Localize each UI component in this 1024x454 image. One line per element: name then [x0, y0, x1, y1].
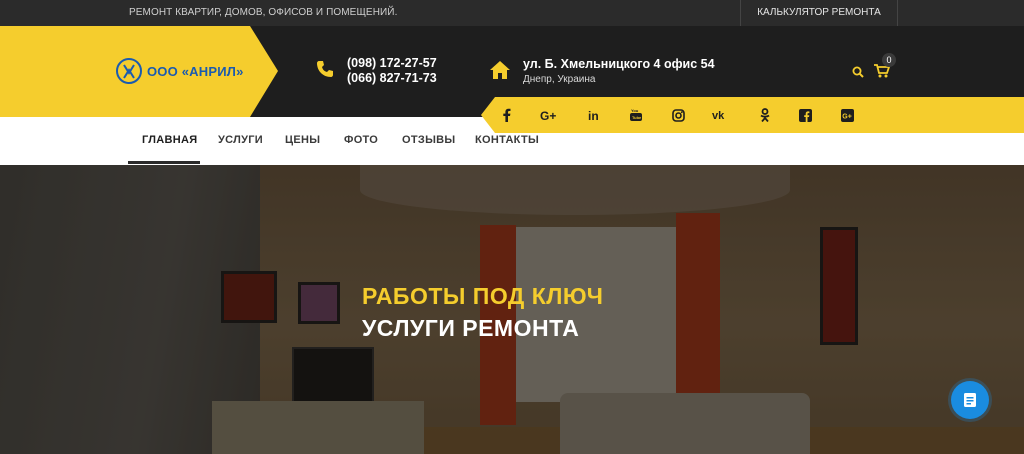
- chat-button[interactable]: [951, 381, 989, 419]
- phone-link-2[interactable]: (066) 827-71-73: [347, 71, 437, 86]
- logo[interactable]: ООО «АНРИЛ»: [115, 55, 250, 87]
- phone-link-1[interactable]: (098) 172-27-57: [347, 56, 437, 71]
- calculator-link[interactable]: КАЛЬКУЛЯТОР РЕМОНТА: [740, 0, 898, 26]
- logo-text: ООО «АНРИЛ»: [147, 63, 244, 79]
- nav-item-prices[interactable]: ЦЕНЫ: [285, 134, 320, 146]
- google-plus-icon[interactable]: G+: [540, 107, 560, 123]
- svg-text:vk: vk: [712, 110, 725, 121]
- svg-text:Tube: Tube: [632, 115, 642, 120]
- linkedin-icon[interactable]: in: [586, 107, 602, 123]
- logo-icon: [116, 58, 142, 84]
- odnoklassniki-icon[interactable]: [757, 107, 773, 123]
- cart-count-badge: 0: [882, 53, 896, 67]
- instagram-icon[interactable]: [670, 107, 686, 123]
- home-icon: [490, 61, 510, 79]
- top-bar: РЕМОНТ КВАРТИР, ДОМОВ, ОФИСОВ И ПОМЕЩЕНИ…: [0, 0, 1024, 26]
- nav-item-photo[interactable]: ФОТО: [344, 134, 378, 146]
- search-icon[interactable]: [852, 66, 864, 78]
- google-plus-square-icon[interactable]: G+: [839, 107, 855, 123]
- address: ул. Б. Хмельницкого 4 офис 54: [523, 57, 715, 71]
- nav-active-underline: [128, 161, 200, 164]
- youtube-icon[interactable]: You Tube: [628, 107, 644, 123]
- phone-icon: [317, 61, 333, 77]
- facebook-icon[interactable]: [498, 107, 514, 123]
- nav-item-contacts[interactable]: КОНТАКТЫ: [475, 134, 539, 146]
- vk-icon[interactable]: vk: [712, 107, 730, 123]
- svg-text:G+: G+: [842, 113, 852, 120]
- social-band: [481, 97, 1024, 133]
- nav-right-area: [481, 133, 1024, 165]
- nav-item-home[interactable]: ГЛАВНАЯ: [142, 134, 197, 146]
- svg-text:in: in: [588, 109, 599, 121]
- hero-banner: РАБОТЫ ПОД КЛЮЧ УСЛУГИ РЕМОНТА: [0, 165, 1024, 454]
- svg-text:G+: G+: [540, 109, 556, 121]
- tagline: РЕМОНТ КВАРТИР, ДОМОВ, ОФИСОВ И ПОМЕЩЕНИ…: [129, 7, 398, 18]
- facebook-square-icon[interactable]: [797, 107, 813, 123]
- hero-title-line1: РАБОТЫ ПОД КЛЮЧ: [362, 283, 604, 309]
- phone-numbers: (098) 172-27-57 (066) 827-71-73: [347, 56, 437, 86]
- nav-item-reviews[interactable]: ОТЗЫВЫ: [402, 134, 455, 146]
- hero-title-line2: УСЛУГИ РЕМОНТА: [362, 315, 580, 341]
- nav-item-services[interactable]: УСЛУГИ: [218, 134, 263, 146]
- svg-text:You: You: [631, 108, 639, 113]
- chat-icon: [964, 393, 976, 407]
- city: Днепр, Украина: [523, 74, 596, 85]
